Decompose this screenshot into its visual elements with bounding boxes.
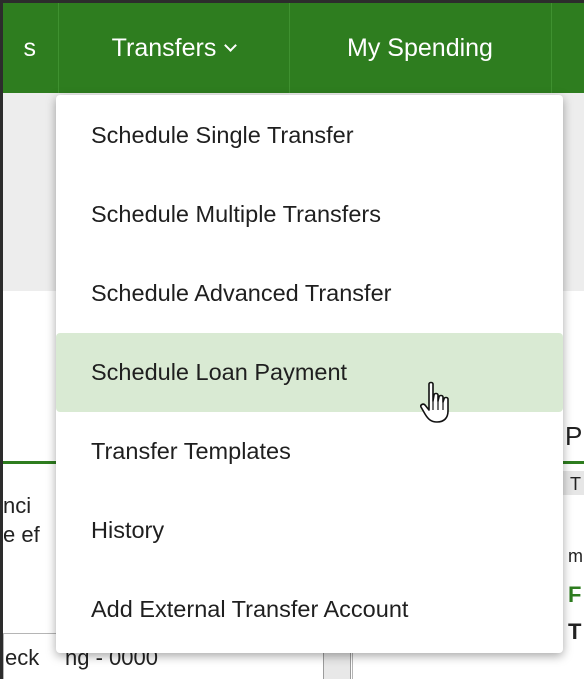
right-table-header-text: T: [570, 474, 581, 494]
right-panel-text: m: [568, 546, 583, 566]
menu-item-add-external-transfer-account[interactable]: Add External Transfer Account: [56, 570, 563, 649]
menu-item-history[interactable]: History: [56, 491, 563, 570]
menu-item-schedule-multiple-transfers[interactable]: Schedule Multiple Transfers: [56, 175, 563, 254]
nav-separator: [551, 3, 552, 93]
menu-item-schedule-advanced-transfer[interactable]: Schedule Advanced Transfer: [56, 254, 563, 333]
account-select-value: eck: [5, 645, 40, 670]
menu-item-schedule-single-transfer[interactable]: Schedule Single Transfer: [56, 96, 563, 175]
main-navbar: s Transfers My Spending: [3, 3, 584, 93]
left-panel-text: nci: [3, 493, 32, 518]
nav-item-transfers-label: Transfers: [111, 33, 217, 62]
hand-pointer-icon: [420, 381, 449, 423]
chevron-down-icon: [224, 38, 238, 52]
nav-item-my-spending[interactable]: My Spending: [289, 3, 551, 93]
nav-item-previous[interactable]: s: [3, 3, 58, 93]
nav-item-transfers[interactable]: Transfers: [58, 3, 289, 93]
menu-item-schedule-loan-payment[interactable]: Schedule Loan Payment: [56, 333, 563, 412]
nav-item-previous-label: s: [23, 33, 37, 62]
left-panel-text: e ef: [3, 522, 40, 547]
menu-item-transfer-templates[interactable]: Transfer Templates: [56, 412, 563, 491]
right-panel-heading: P: [565, 421, 583, 451]
right-panel-total: T: [568, 619, 582, 644]
right-panel-amount: F: [568, 582, 582, 607]
nav-item-my-spending-label: My Spending: [347, 33, 493, 62]
transfers-dropdown-menu: Schedule Single Transfer Schedule Multip…: [56, 95, 563, 653]
app-frame: nci e ef eck ng - 0000 P T m F T s Trans…: [0, 0, 584, 679]
